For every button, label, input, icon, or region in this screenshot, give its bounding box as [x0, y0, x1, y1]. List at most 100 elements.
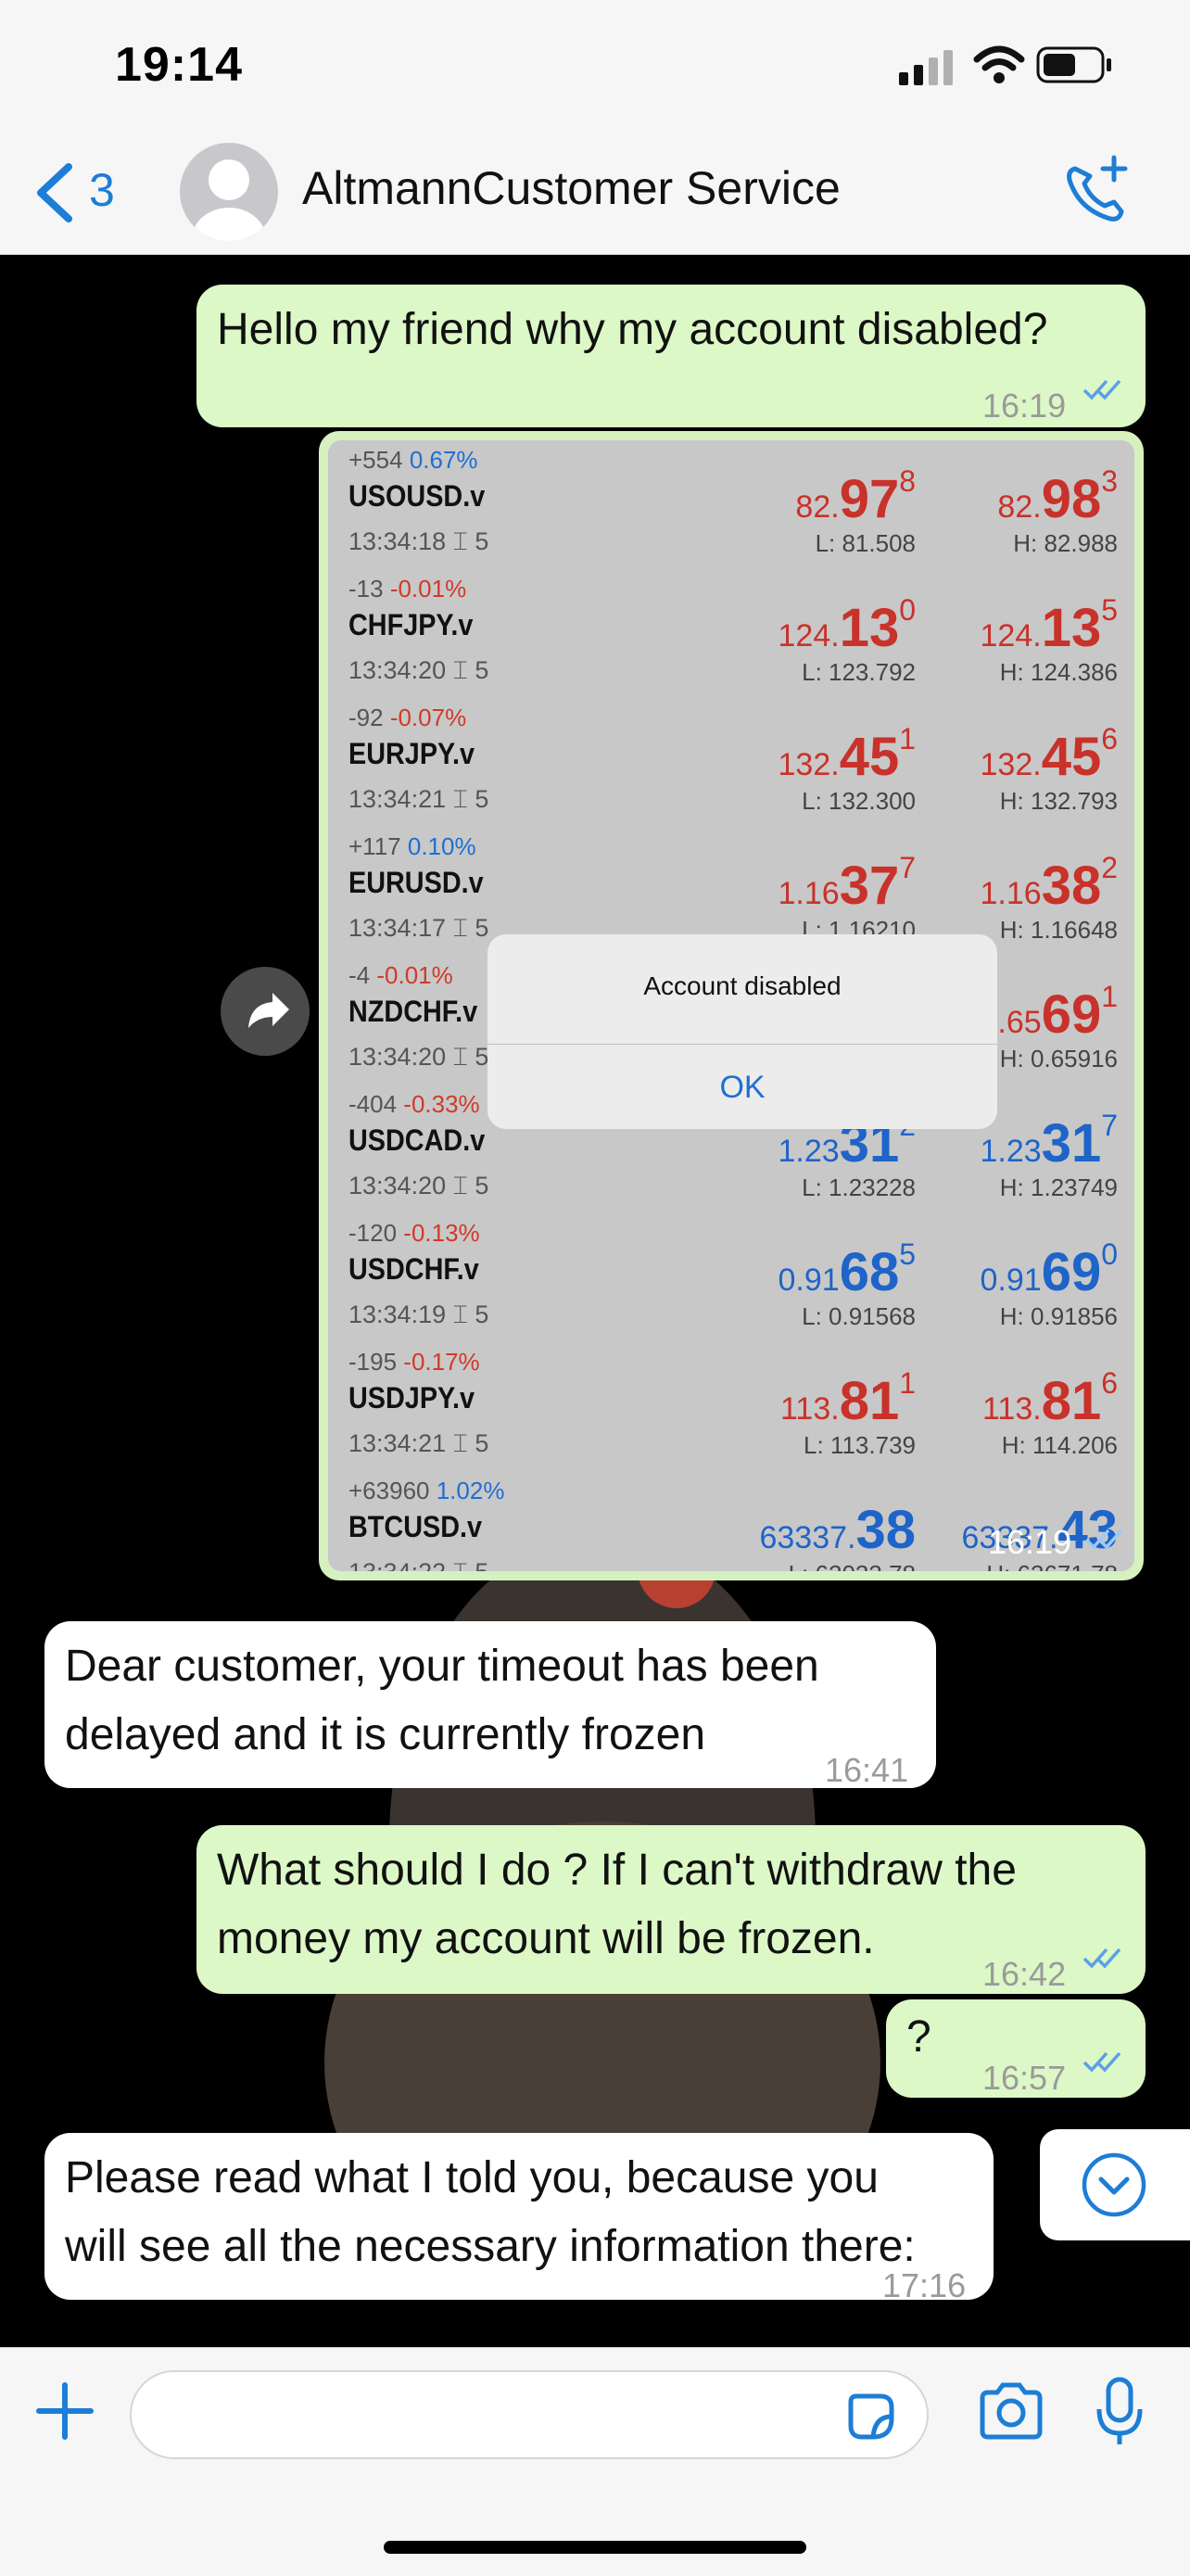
- quote-change-percent: 1.02%: [436, 1477, 505, 1504]
- bid-pip: 1: [899, 722, 916, 755]
- camera-icon[interactable]: [977, 2381, 1045, 2441]
- read-receipt-icon: [1082, 1948, 1121, 1969]
- ask-pip: 2: [1101, 851, 1118, 884]
- message-bubble-incoming[interactable]: Please read what I told you, because you…: [44, 2133, 994, 2304]
- ticks-icon: ⌶: [452, 1043, 468, 1071]
- quotes-screenshot: +554 0.67% USOUSD.v 13:34:18 ⌶ 5 82.978 82.9…: [328, 440, 1134, 1571]
- quote-ticks: 5: [475, 656, 489, 684]
- quote-high: H: 0.91856: [999, 1302, 1118, 1330]
- message-text-line: Please read what I told you, because you: [65, 2153, 879, 2202]
- message-text: ?: [906, 2012, 931, 2062]
- quote-ask: 113.816: [982, 1366, 1118, 1432]
- bid-prefix: 0.91: [778, 1263, 840, 1298]
- quote-low: L: 123.792: [802, 658, 916, 686]
- message-text-line: Dear customer, your timeout has been: [65, 1642, 819, 1691]
- unread-count[interactable]: 3: [89, 163, 115, 217]
- message-text-line: delayed and it is currently frozen: [65, 1710, 706, 1759]
- chat-area[interactable]: Hello my friend why my account disabled?…: [0, 255, 1190, 2346]
- quote-row: -92 -0.07% EURJPY.v 13:34:21 ⌶ 5 132.451 132…: [328, 698, 1134, 827]
- message-bubble-outgoing[interactable]: What should I do ? If I can't withdraw t…: [196, 1825, 1146, 1994]
- ask-main: 98: [1041, 469, 1102, 529]
- alert-divider: [487, 1044, 997, 1045]
- back-chevron-icon[interactable]: [33, 163, 74, 222]
- bid-main: 97: [839, 469, 900, 529]
- quote-time: 13:34:22 ⌶ 5: [348, 1558, 488, 1571]
- bid-prefix: 113.: [780, 1391, 840, 1427]
- quote-time: 13:34:19 ⌶ 5: [348, 1301, 488, 1330]
- message-bubble-outgoing[interactable]: Hello my friend why my account disabled?…: [196, 285, 1146, 427]
- bid-main: 13: [839, 598, 900, 658]
- quote-low: L: 132.300: [802, 787, 916, 815]
- quote-symbol: USDCAD.v: [348, 1123, 486, 1157]
- quote-ask: 82.983: [997, 464, 1118, 530]
- quote-change: +554 0.67%: [348, 446, 478, 475]
- quote-ticks: 5: [475, 785, 489, 813]
- cellular-signal-icon: [899, 50, 953, 85]
- quote-ask: 132.456: [981, 722, 1119, 788]
- status-bar: 19:14: [0, 0, 1190, 130]
- quote-symbol: EURJPY.v: [348, 737, 475, 770]
- quote-change-percent: -0.01%: [389, 575, 467, 603]
- bid-main: 68: [839, 1242, 900, 1302]
- ask-prefix: 0.91: [980, 1263, 1042, 1298]
- quote-change: -13 -0.01%: [348, 575, 466, 603]
- account-disabled-alert: Account disabled OK: [487, 934, 997, 1129]
- ask-pip: 5: [1101, 593, 1118, 627]
- chat-header: 3 AltmannCustomer Service: [0, 130, 1190, 255]
- message-text-line: will see all the necessary information t…: [65, 2222, 916, 2271]
- status-time: 19:14: [115, 38, 243, 92]
- ask-main: 13: [1041, 598, 1102, 658]
- bid-prefix: 82.: [795, 489, 840, 525]
- ask-prefix: 124.: [980, 618, 1042, 654]
- quote-ask: 1.23317: [981, 1109, 1119, 1174]
- quote-high: H: 1.16648: [999, 916, 1118, 944]
- message-bubble-outgoing[interactable]: ? 16:57: [886, 1999, 1146, 2098]
- battery-icon: [1036, 46, 1111, 83]
- quote-low: L: 0.91568: [802, 1302, 916, 1330]
- message-input[interactable]: [130, 2370, 929, 2459]
- bid-main: 38: [855, 1500, 916, 1560]
- quote-bid: 0.91685: [778, 1237, 917, 1303]
- quote-change: -120 -0.13%: [348, 1219, 480, 1248]
- quote-row: -13 -0.01% CHFJPY.v 13:34:20 ⌶ 5 124.130 124…: [328, 569, 1134, 698]
- microphone-icon[interactable]: [1092, 2376, 1147, 2448]
- message-bubble-incoming[interactable]: Dear customer, your timeout has been del…: [44, 1621, 936, 1789]
- quote-time: 13:34:17 ⌶ 5: [348, 914, 488, 944]
- quote-change: +117 0.10%: [348, 832, 476, 861]
- ask-pip: 7: [1101, 1109, 1118, 1142]
- ask-main: 81: [1041, 1371, 1102, 1431]
- quote-time: 13:34:20 ⌶ 5: [348, 1043, 488, 1072]
- ticks-icon: ⌶: [452, 785, 468, 813]
- ask-main: 38: [1041, 856, 1102, 916]
- bid-prefix: 1.16: [778, 876, 840, 911]
- avatar[interactable]: [180, 143, 278, 241]
- bid-pip: 0: [899, 593, 916, 627]
- add-call-icon[interactable]: [1062, 154, 1131, 228]
- forward-button[interactable]: [221, 967, 310, 1056]
- quote-timestamp: 13:34:18: [348, 527, 447, 555]
- quote-change-percent: 0.67%: [409, 446, 478, 474]
- quote-high: H: 114.206: [1001, 1431, 1118, 1459]
- quote-change-points: -404: [348, 1090, 398, 1118]
- quote-change-points: +117: [348, 832, 401, 860]
- quote-time: 13:34:20 ⌶ 5: [348, 1172, 488, 1201]
- quote-ask: 124.135: [980, 593, 1119, 659]
- scroll-to-bottom-button[interactable]: [1040, 2129, 1190, 2240]
- quote-change-percent: -0.13%: [403, 1219, 480, 1247]
- quote-row: -120 -0.13% USDCHF.v 13:34:19 ⌶ 5 0.91685 0.…: [328, 1213, 1134, 1342]
- plus-icon[interactable]: [35, 2381, 95, 2441]
- sticker-icon[interactable]: [843, 2389, 899, 2444]
- quote-bid: 113.811: [780, 1366, 916, 1432]
- forward-arrow-icon: [248, 993, 289, 1028]
- quote-row: +554 0.67% USOUSD.v 13:34:18 ⌶ 5 82.978 82.9…: [328, 440, 1134, 569]
- quote-bid: 124.130: [779, 593, 917, 659]
- quote-symbol: BTCUSD.v: [348, 1510, 483, 1543]
- read-receipt-icon: [1084, 1529, 1123, 1550]
- quote-change-percent: -0.33%: [403, 1090, 480, 1118]
- image-message[interactable]: +554 0.67% USOUSD.v 13:34:18 ⌶ 5 82.978 82.9…: [319, 431, 1144, 1580]
- quote-change-percent: -0.01%: [376, 961, 453, 989]
- contact-name[interactable]: AltmannCustomer Service: [302, 161, 841, 215]
- quote-change-points: -4: [348, 961, 371, 989]
- message-text: Hello my friend why my account disabled?: [217, 305, 1048, 354]
- ask-prefix: 113.: [982, 1391, 1042, 1427]
